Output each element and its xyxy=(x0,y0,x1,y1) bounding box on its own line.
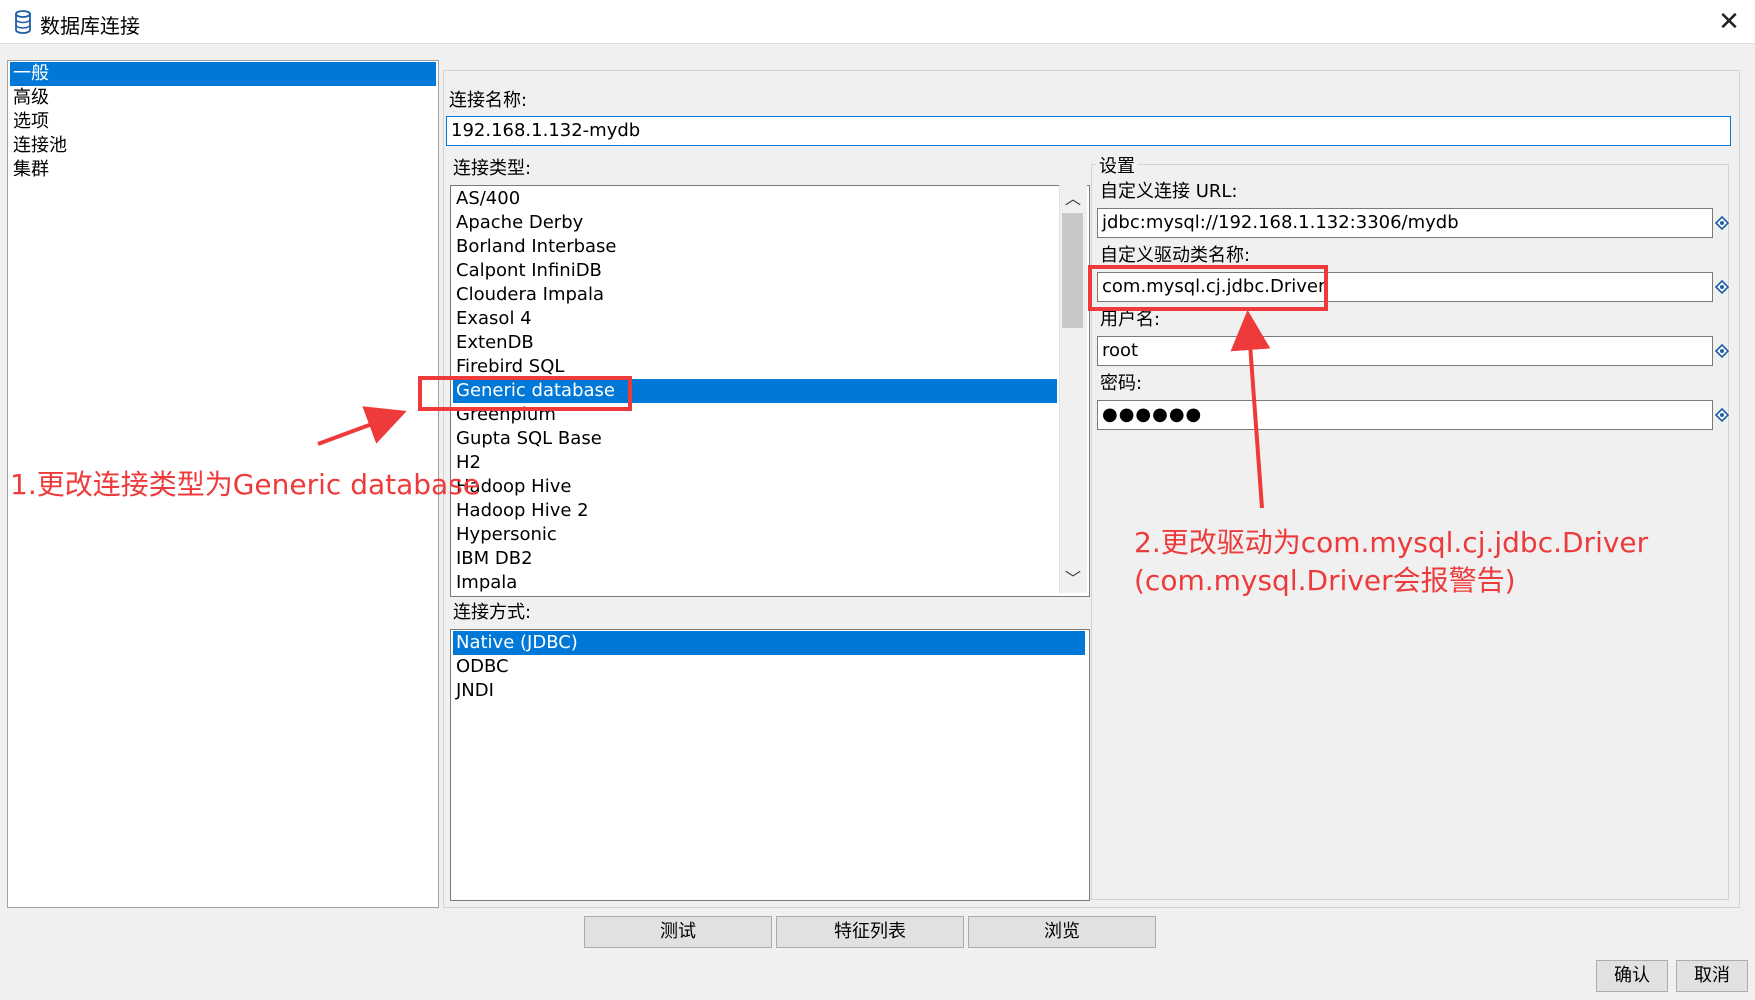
list-item[interactable]: IBM DB2 xyxy=(453,547,1057,571)
conn-type-label: 连接类型: xyxy=(453,158,532,179)
annotation-note-2-line-1: 2.更改驱动为com.mysql.cj.jdbc.Driver xyxy=(1134,526,1649,559)
username-label: 用户名: xyxy=(1100,309,1161,330)
ok-button[interactable]: 确认 xyxy=(1596,960,1668,992)
url-label: 自定义连接 URL: xyxy=(1100,181,1238,202)
list-item-selected[interactable]: Native (JDBC) xyxy=(453,631,1085,655)
scroll-down-icon[interactable]: ﹀ xyxy=(1059,568,1087,590)
annotation-note-2-line-2: (com.mysql.Driver会报警告) xyxy=(1134,564,1516,597)
close-button[interactable]: ✕ xyxy=(1714,8,1744,38)
highlight-generic-database xyxy=(418,376,632,411)
list-item[interactable]: Calpont InfiniDB xyxy=(453,259,1057,283)
list-item[interactable]: ExtenDB xyxy=(453,331,1057,355)
list-item[interactable]: Borland Interbase xyxy=(453,235,1057,259)
username-input[interactable]: root xyxy=(1097,336,1713,366)
conn-name-input[interactable]: 192.168.1.132-mydb xyxy=(446,116,1731,146)
variable-icon[interactable] xyxy=(1715,408,1729,422)
password-input[interactable]: ●●●●●● xyxy=(1097,400,1713,430)
url-input[interactable]: jdbc:mysql://192.168.1.132:3306/mydb xyxy=(1097,208,1713,238)
list-item[interactable]: Hypersonic xyxy=(453,523,1057,547)
list-item[interactable]: H2 xyxy=(453,451,1057,475)
access-method-list[interactable]: Native (JDBC) ODBC JNDI xyxy=(450,629,1090,901)
list-item[interactable]: Impala xyxy=(453,571,1057,595)
nav-item-advanced[interactable]: 高级 xyxy=(10,86,436,110)
annotation-note-1: 1.更改连接类型为Generic database xyxy=(10,468,481,501)
list-item[interactable]: AS/400 xyxy=(453,187,1057,211)
list-item[interactable]: ODBC xyxy=(453,655,1085,679)
list-item[interactable]: Hadoop Hive 2 xyxy=(453,499,1057,523)
conn-name-label: 连接名称: xyxy=(449,90,528,111)
nav-item-clustering[interactable]: 集群 xyxy=(10,158,436,182)
browse-button[interactable]: 浏览 xyxy=(968,916,1156,948)
title-bar xyxy=(0,0,1755,44)
nav-item-general[interactable]: 一般 xyxy=(10,62,436,86)
highlight-driver-field xyxy=(1088,265,1328,311)
scroll-thumb[interactable] xyxy=(1062,213,1083,328)
variable-icon[interactable] xyxy=(1715,280,1729,294)
test-button[interactable]: 测试 xyxy=(584,916,772,948)
window-title: 数据库连接 xyxy=(40,14,140,38)
variable-icon[interactable] xyxy=(1715,216,1729,230)
database-icon xyxy=(15,10,31,34)
list-item[interactable]: Hadoop Hive xyxy=(453,475,1057,499)
settings-title: 设置 xyxy=(1096,152,1138,178)
list-item[interactable]: Gupta SQL Base xyxy=(453,427,1057,451)
driver-label: 自定义驱动类名称: xyxy=(1100,245,1251,266)
password-label: 密码: xyxy=(1100,373,1143,394)
cancel-button[interactable]: 取消 xyxy=(1676,960,1748,992)
nav-item-options[interactable]: 选项 xyxy=(10,110,436,134)
list-item[interactable]: JNDI xyxy=(453,679,1085,703)
list-item[interactable]: Apache Derby xyxy=(453,211,1057,235)
list-item[interactable]: Exasol 4 xyxy=(453,307,1057,331)
feature-list-button[interactable]: 特征列表 xyxy=(776,916,964,948)
list-item[interactable]: Cloudera Impala xyxy=(453,283,1057,307)
access-label: 连接方式: xyxy=(453,602,532,623)
variable-icon[interactable] xyxy=(1715,344,1729,358)
nav-item-pooling[interactable]: 连接池 xyxy=(10,134,436,158)
scroll-up-icon[interactable]: ︿ xyxy=(1059,188,1087,210)
